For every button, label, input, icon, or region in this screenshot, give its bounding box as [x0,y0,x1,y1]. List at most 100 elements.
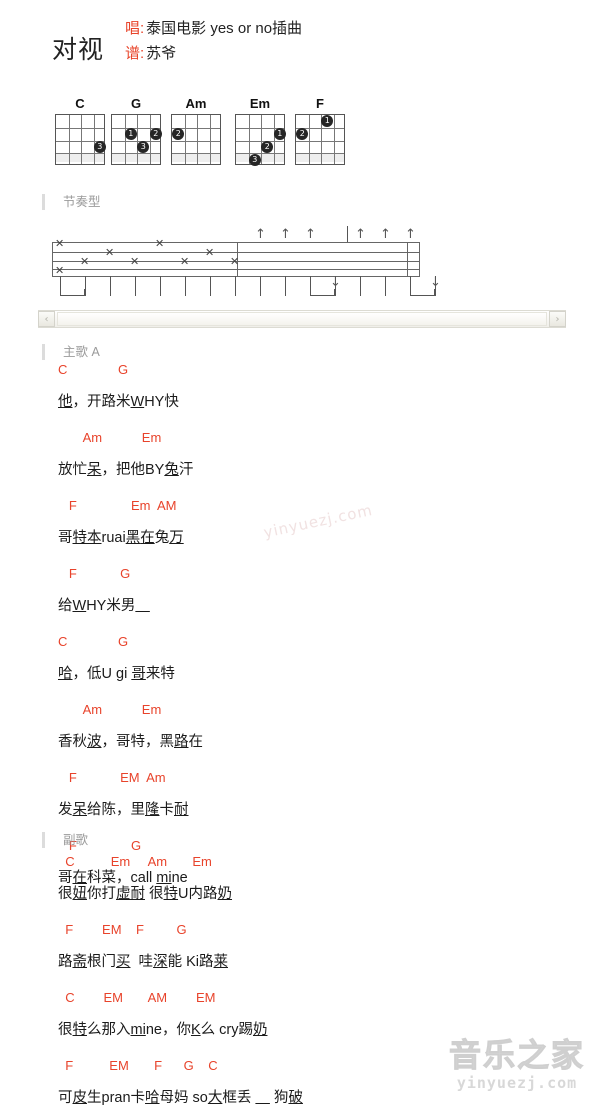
beat-divider [347,226,348,242]
lyric-line: 可皮生pran卡哈母妈 so大框丢 狗破 [58,1090,303,1106]
fret-line [172,153,220,154]
strum-x-notehead: ✕ [55,237,65,250]
upstroke-arrow-icon: ↑ [380,227,391,242]
singer-value: 泰国电影 yes or no插曲 [146,20,303,37]
note-stem [335,276,336,296]
chord-line: C G [58,362,129,377]
upstroke-arrow-icon: ↑ [355,227,366,242]
note-stem [285,276,286,296]
singer-label: 唱: [125,20,145,37]
note-stem [85,276,86,296]
chord-grid: 12 [295,114,345,165]
chord-grid: 3 [55,114,106,165]
string-line [125,115,126,164]
scroll-right-arrow-icon[interactable]: › [549,311,566,327]
note-stem [135,276,136,296]
singer-line: 唱: 泰国电影 yes or no插曲 [125,17,302,38]
lyric-line: 很特么那入mine，你K么 cry踢奶 [58,1022,268,1038]
end-barline [407,243,408,276]
chord-name: G [130,96,142,111]
lyric-line: 很妞你打虚耐 很特U内路奶 [58,886,233,902]
fret-line [236,141,284,142]
finger-dot-3: 3 [248,153,261,166]
strum-x-notehead: ✕ [80,255,90,268]
section-label-verse: 主歌 A [42,344,100,360]
chord-name: Em [249,96,271,111]
string-line [185,115,186,164]
lyric-line: 发呆给陈，里隆卡耐 [58,802,189,818]
fret-line [172,141,220,142]
chord-line: F EM Am [58,770,166,785]
note-stem [360,276,361,296]
lyric-line: 哥特本ruai黑在兔万 [58,530,184,546]
note-stem [185,276,186,296]
chord-line: C EM AM EM [58,990,216,1005]
strum-x-notehead: ✕ [155,237,165,250]
chord-name: Am [185,96,207,111]
chord-diagram-c: C3 [52,96,108,165]
string-line [81,115,82,164]
lyric-line: 路斋根门买 哇深能 Ki路莱 [58,954,228,970]
beam-bracket [410,289,435,296]
string-line [69,115,70,164]
beam-bracket [310,289,335,296]
chord-diagram-em: Em 1 2 3 [232,96,288,166]
strum-x-notehead: ✕ [105,246,115,259]
fret-line [56,128,104,129]
lyric-line: 香秋波，哥特，黑路在 [58,734,203,750]
upstroke-arrow-icon: ↑ [405,227,416,242]
strum-x-notehead: ✕ [130,255,140,268]
string-line [274,115,275,164]
site-logo-cn: 音乐之家 [448,1036,585,1075]
note-stem [160,276,161,296]
note-stem [435,276,436,296]
strum-x-notehead: ✕ [180,255,190,268]
note-stem [385,276,386,296]
chord-grid: 123 [235,114,286,166]
strum-x-notehead: ✕ [55,264,65,277]
rhythm-tab: ✕✕✕✕✕✕✕✕✕↑↑↑↓↑↑↑↓ [0,222,602,312]
string-line [137,115,138,164]
finger-dot-2: 2 [261,140,274,153]
string-line [150,115,151,164]
section-label-rhythm: 节奏型 [42,194,101,210]
string-line [197,115,198,164]
scrollbar-track[interactable] [57,312,547,326]
fret-line [296,141,344,142]
note-stem [235,276,236,296]
chord-line: F EM F G [58,922,187,937]
fret-line [112,141,160,142]
horizontal-scrollbar[interactable]: ‹ › [38,310,566,328]
fret-shade [112,153,160,163]
beam-bracket [60,289,85,296]
section-label-chorus: 副歌 [42,832,88,848]
finger-dot-3: 3 [137,140,150,153]
finger-dot-3: 3 [93,140,106,153]
finger-dot-1: 1 [124,128,137,141]
upstroke-arrow-icon: ↑ [255,227,266,242]
finger-dot-1: 1 [321,115,334,128]
note-stem [210,276,211,296]
finger-dot-2: 2 [296,128,309,141]
chord-line: C G [58,634,129,649]
chord-diagram-am: Am 2 [168,96,224,165]
fret-shade [296,153,344,163]
scroll-left-arrow-icon[interactable]: ‹ [38,311,55,327]
chord-grid: 2 [171,114,221,165]
finger-dot-2: 2 [172,128,185,141]
chord-line: F G [58,566,131,581]
song-header: 对视 唱: 泰国电影 yes or no插曲 谱: 苏爷 [0,0,602,80]
string-line [94,115,95,164]
chord-line: Am Em [58,702,162,717]
page-title: 对视 [52,36,105,64]
staff-line [53,269,419,270]
diagonal-watermark: yinyuezj.com [262,500,375,542]
chord-name: C [75,96,85,111]
site-logo-watermark: 音乐之家 yinyuezj.com [438,1036,596,1102]
chord-diagram-f: F 12 [292,96,348,165]
upstroke-arrow-icon: ↑ [305,227,316,242]
string-line [210,115,211,164]
chord-diagram-row: C 3 G 1 2 3 Am 2 Em 1 2 3 F 1 2 [0,96,602,174]
arranger-label: 谱: [125,45,145,62]
finger-dot-1: 1 [273,128,286,141]
